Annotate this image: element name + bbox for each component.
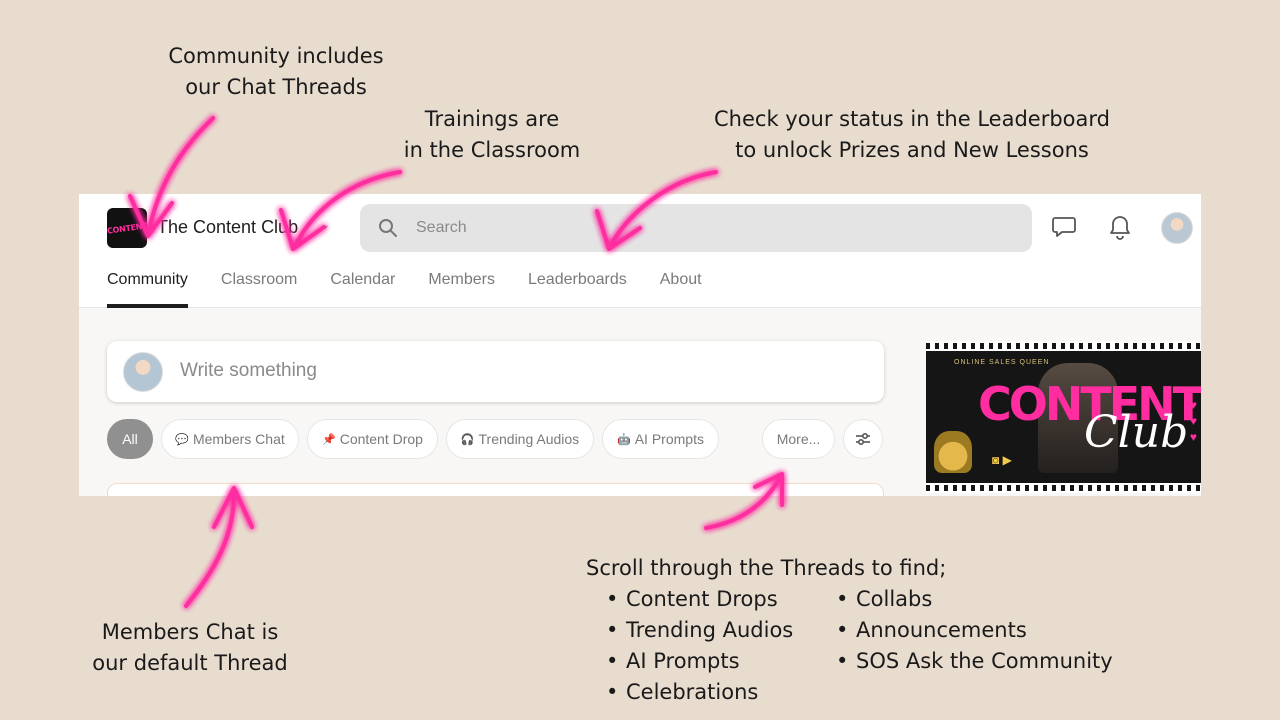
app-window: CONTENT The Content Club ⌄ Search Commun… bbox=[79, 194, 1201, 496]
thread-list-col2: Collabs Announcements SOS Ask the Commun… bbox=[816, 584, 1113, 708]
thread-list-item: Celebrations bbox=[586, 677, 816, 708]
composer-placeholder: Write something bbox=[180, 360, 317, 381]
filter-chip-label: Trending Audios bbox=[478, 431, 580, 447]
annotation-line: to unlock Prizes and New Lessons bbox=[735, 138, 1089, 162]
tab-members[interactable]: Members bbox=[428, 258, 495, 308]
tab-community[interactable]: Community bbox=[107, 258, 188, 308]
filter-chip-label: AI Prompts bbox=[634, 431, 704, 447]
logo-text: CONTENT bbox=[107, 220, 147, 236]
filter-settings-button[interactable] bbox=[843, 419, 883, 459]
filter-chip-content-drop[interactable]: 📌 Content Drop bbox=[307, 419, 438, 459]
annotation-line: Trainings are bbox=[424, 107, 560, 131]
sliders-icon bbox=[856, 432, 870, 446]
annotation-line: Members Chat is bbox=[101, 620, 279, 644]
filter-chip-all[interactable]: All bbox=[107, 419, 153, 459]
group-name[interactable]: The Content Club bbox=[157, 217, 298, 238]
annotation-line: in the Classroom bbox=[403, 138, 581, 162]
film-strip bbox=[926, 341, 1201, 351]
filter-chip-more[interactable]: More... bbox=[762, 419, 835, 459]
annotation-leaderboard: Check your status in the Leaderboard to … bbox=[708, 104, 1116, 166]
chevron-down-icon[interactable]: ⌄ bbox=[319, 216, 331, 233]
search-icon bbox=[379, 219, 397, 237]
annotation-community: Community includes our Chat Threads bbox=[160, 41, 392, 103]
annotation-trainings: Trainings are in the Classroom bbox=[392, 104, 592, 166]
annotation-line: our Chat Threads bbox=[185, 75, 367, 99]
annotation-line: our default Thread bbox=[92, 651, 288, 675]
thread-list-item: Announcements bbox=[816, 615, 1113, 646]
bell-icon[interactable] bbox=[1109, 214, 1131, 240]
search-input[interactable]: Search bbox=[360, 204, 1032, 252]
thread-list-item: Collabs bbox=[816, 584, 1113, 615]
annotation-members-chat: Members Chat is our default Thread bbox=[88, 617, 292, 679]
tab-classroom[interactable]: Classroom bbox=[221, 258, 297, 308]
nav-tabs: Community Classroom Calendar Members Lea… bbox=[107, 258, 735, 308]
social-icons: ◙ ▶ bbox=[992, 453, 1012, 467]
annotation-line: Scroll through the Threads to find; bbox=[586, 556, 947, 580]
tab-calendar[interactable]: Calendar bbox=[330, 258, 395, 308]
money-bag-icon bbox=[934, 431, 972, 473]
thread-list-item: SOS Ask the Community bbox=[816, 646, 1113, 677]
avatar[interactable] bbox=[1161, 212, 1193, 244]
filter-chip-label: All bbox=[122, 431, 138, 447]
banner-script: Club bbox=[1084, 407, 1189, 458]
group-banner: ONLINE SALES QUEEN CONTENT Club ◙ ▶ ♥ ♥ ♥ ♥ bbox=[926, 341, 1201, 493]
speech-bubble-icon: 💬 bbox=[175, 433, 189, 446]
arrow-to-members-chat bbox=[184, 486, 254, 608]
search-placeholder: Search bbox=[416, 219, 467, 236]
pushpin-icon: 📌 bbox=[322, 433, 336, 446]
filter-chip-ai-prompts[interactable]: 🤖 AI Prompts bbox=[602, 419, 719, 459]
tab-about[interactable]: About bbox=[660, 258, 702, 308]
top-bar: CONTENT The Content Club ⌄ Search Commun… bbox=[79, 194, 1201, 308]
filter-chip-label: Content Drop bbox=[339, 431, 423, 447]
post-card[interactable] bbox=[107, 483, 884, 496]
filter-chip-label: More... bbox=[776, 431, 821, 447]
group-logo[interactable]: CONTENT bbox=[107, 208, 147, 248]
annotation-line: Community includes bbox=[168, 44, 384, 68]
headphones-icon: 🎧 bbox=[460, 433, 475, 446]
robot-icon: 🤖 bbox=[617, 433, 631, 446]
avatar bbox=[123, 352, 163, 392]
film-strip bbox=[926, 483, 1201, 493]
thread-list-item: AI Prompts bbox=[586, 646, 816, 677]
thread-list-item: Trending Audios bbox=[586, 615, 816, 646]
heart-icons: ♥ ♥ ♥ ♥ bbox=[1189, 382, 1197, 444]
banner-subtitle: ONLINE SALES QUEEN bbox=[954, 359, 1050, 366]
post-composer[interactable]: Write something bbox=[107, 341, 884, 402]
annotation-scroll-threads: Scroll through the Threads to find; Cont… bbox=[586, 553, 1113, 708]
tab-leaderboards[interactable]: Leaderboards bbox=[528, 258, 627, 308]
chat-icon[interactable] bbox=[1052, 216, 1076, 238]
filter-chip-members-chat[interactable]: 💬 Members Chat bbox=[161, 419, 299, 459]
thread-list-item: Content Drops bbox=[586, 584, 816, 615]
annotation-line: Check your status in the Leaderboard bbox=[714, 107, 1110, 131]
filter-chip-label: Members Chat bbox=[192, 431, 285, 447]
thread-list-col1: Content Drops Trending Audios AI Prompts… bbox=[586, 584, 816, 708]
filter-chip-trending-audios[interactable]: 🎧 Trending Audios bbox=[446, 419, 594, 459]
